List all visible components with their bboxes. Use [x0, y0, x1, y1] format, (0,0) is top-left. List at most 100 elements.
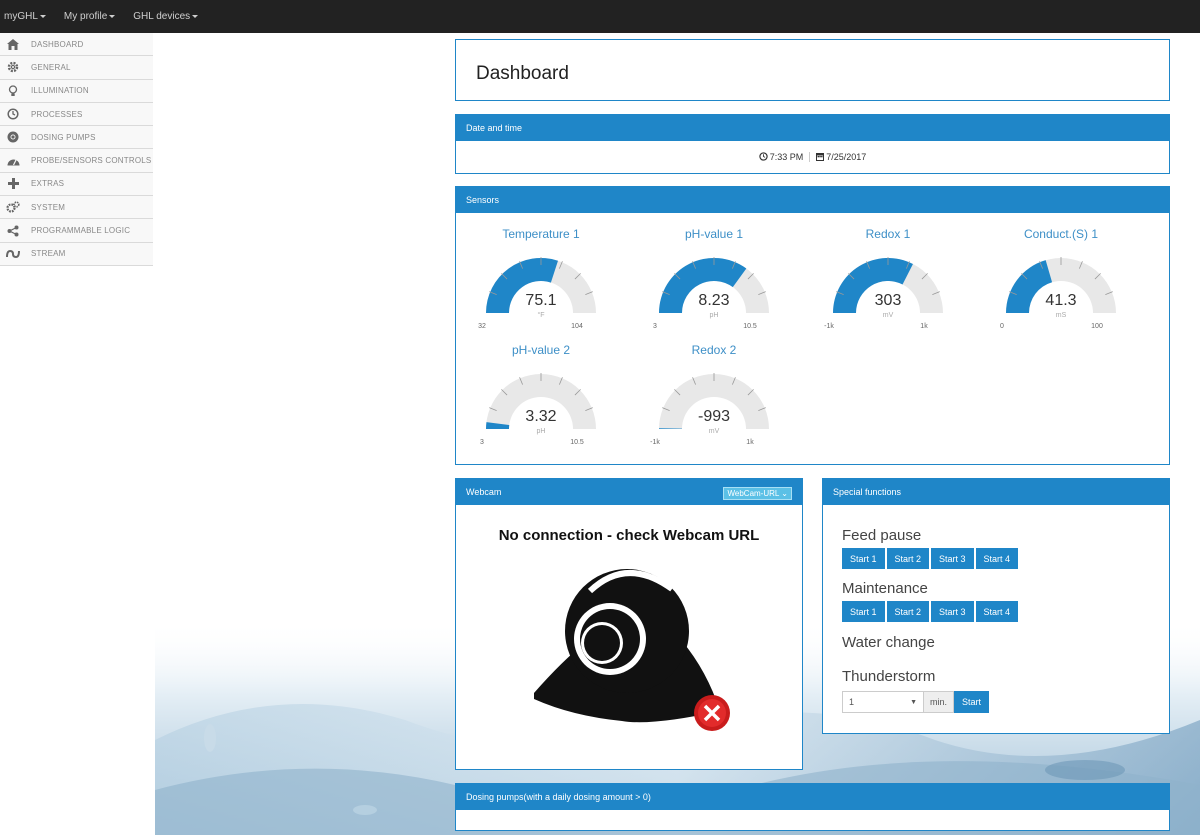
feed-pause-label: Feed pause	[842, 527, 922, 544]
feed-pause-start-3-button[interactable]: Start 3	[931, 548, 974, 569]
top-navbar: myGHL My profile GHL devices	[0, 0, 1200, 33]
gauge-min: -1k	[650, 439, 660, 446]
thunderstorm-controls: 1 ▼ min. Start	[842, 691, 1169, 713]
gears-icon	[6, 200, 20, 214]
nav-myghl-label: myGHL	[4, 11, 38, 22]
thunderstorm-start-button[interactable]: Start	[954, 691, 990, 713]
calendar-icon	[816, 152, 825, 163]
sidebar-item-dashboard[interactable]: DASHBOARD	[0, 33, 153, 57]
thunderstorm-duration-unit: min.	[924, 691, 955, 713]
plus-icon	[6, 177, 20, 191]
gauge-dial: -993 mV -1k 1k	[650, 373, 769, 446]
maintenance-start-2-button[interactable]: Start 2	[886, 601, 930, 622]
sidebar-item-dosing-pumps[interactable]: DOSING PUMPS	[0, 126, 153, 150]
gear-icon	[6, 60, 20, 74]
sidebar-item-label: STREAM	[31, 249, 66, 259]
clock-icon	[759, 151, 768, 163]
sidebar-item-illumination[interactable]: ILLUMINATION	[0, 79, 153, 103]
gauge-value: 41.3	[1045, 292, 1076, 309]
nav-ghl-devices[interactable]: GHL devices	[133, 11, 199, 22]
sidebar-item-label: DASHBOARD	[31, 39, 84, 49]
lightbulb-icon	[6, 84, 20, 98]
nav-my-profile-label: My profile	[63, 11, 108, 22]
chevron-down-icon: ⌄	[781, 489, 788, 498]
share-icon	[6, 224, 20, 238]
gauge-title: Redox 2	[691, 343, 737, 357]
gauge-min: 3	[480, 439, 484, 446]
gauge-unit: mV	[883, 312, 894, 319]
gauge-unit: mV	[709, 428, 720, 435]
dashboard-title-panel: Dashboard	[455, 39, 1170, 101]
sidebar-item-programmable-logic[interactable]: PROGRAMMABLE LOGIC	[0, 219, 153, 243]
nav-my-profile[interactable]: My profile	[63, 11, 116, 22]
gauge-title: pH-value 2	[511, 343, 571, 357]
gauge-title: Redox 1	[865, 227, 911, 241]
chrome-icon	[6, 130, 20, 144]
gauge-value: -993	[698, 408, 730, 425]
special-functions-panel: Special functions Feed pause Start 1 Sta…	[822, 478, 1170, 734]
maintenance-start-4-button[interactable]: Start 4	[975, 601, 1019, 622]
nav-myghl[interactable]: myGHL	[4, 11, 46, 22]
home-icon	[6, 37, 20, 51]
sidebar-item-general[interactable]: GENERAL	[0, 56, 153, 80]
gauge-value: 8.23	[698, 292, 729, 309]
gauge-dial: 75.1 °F 32 104	[478, 257, 596, 330]
webcam-panel-header: Webcam WebCam-URL ⌄	[456, 479, 802, 505]
sidebar-item-probe-sensors[interactable]: PROBE/SENSORS CONTROLS	[0, 149, 153, 173]
dosing-pumps-header: Dosing pumps(with a daily dosing amount …	[456, 784, 1169, 810]
gauge-title: pH-value 1	[684, 227, 744, 241]
sidebar-item-label: ILLUMINATION	[31, 86, 89, 96]
thunderstorm-duration-value: 1	[849, 697, 855, 707]
gauge-title: Temperature 1	[502, 227, 580, 241]
caret-down-icon	[192, 14, 199, 18]
maintenance-start-1-button[interactable]: Start 1	[842, 601, 885, 622]
sidebar-item-label: DOSING PUMPS	[31, 132, 96, 142]
datetime-panel: Date and time 7:33 PM 7/25/2017	[455, 114, 1170, 174]
gauge-dial: 303 mV -1k 1k	[824, 257, 943, 330]
webcam-offline-icon	[532, 561, 732, 736]
feed-pause-buttons: Start 1 Start 2 Start 3 Start 4	[842, 548, 1169, 569]
gauge-max: 1k	[746, 439, 754, 446]
maintenance-buttons: Start 1 Start 2 Start 3 Start 4	[842, 601, 1169, 622]
sidebar-item-label: EXTRAS	[31, 179, 65, 189]
stream-icon	[6, 247, 20, 261]
feed-pause-start-2-button[interactable]: Start 2	[886, 548, 930, 569]
gauge-max: 10.5	[743, 323, 757, 330]
gauge-max: 100	[1091, 323, 1103, 330]
gauge-dial: 8.23 pH 3 10.5	[653, 257, 769, 330]
gauge-min: -1k	[824, 323, 834, 330]
sidebar-item-extras[interactable]: EXTRAS	[0, 172, 153, 197]
gauge-unit: °F	[537, 311, 544, 319]
maintenance-start-3-button[interactable]: Start 3	[931, 601, 974, 622]
gauge-5: Redox 2 -993 mV -1k 1k	[639, 343, 789, 453]
gauge-unit: pH	[537, 428, 546, 435]
sensors-panel: Sensors Temperature 1 75.1 °F 32 104 pH-value…	[455, 186, 1170, 465]
caret-down-icon	[39, 14, 46, 18]
gauge-0: Temperature 1 75.1 °F 32 104	[466, 227, 616, 337]
gauge-min: 32	[478, 323, 486, 330]
thunderstorm-label: Thunderstorm	[842, 668, 936, 685]
sidebar-item-label: PROBE/SENSORS CONTROLS	[31, 156, 152, 166]
thunderstorm-duration-select[interactable]: 1 ▼	[842, 691, 924, 713]
feed-pause-start-4-button[interactable]: Start 4	[975, 548, 1019, 569]
gauge-1: pH-value 1 8.23 pH 3 10.5	[639, 227, 789, 337]
datetime-panel-header: Date and time	[456, 115, 1169, 141]
datetime-body: 7:33 PM 7/25/2017	[456, 141, 1169, 173]
gauge-max: 10.5	[570, 439, 584, 446]
gauge-unit: mS	[1056, 312, 1067, 319]
gauge-dial: 41.3 mS 0 100	[1000, 257, 1116, 330]
sidebar-item-stream[interactable]: STREAM	[0, 242, 153, 266]
gauge-unit: pH	[710, 312, 719, 319]
webcam-url-select-label: WebCam-URL	[727, 489, 780, 498]
sidebar-item-processes[interactable]: PROCESSES	[0, 102, 153, 127]
gauge-max: 104	[571, 323, 583, 330]
sidebar-item-label: SYSTEM	[31, 202, 66, 212]
gauge-value: 75.1	[525, 292, 556, 309]
feed-pause-start-1-button[interactable]: Start 1	[842, 548, 885, 569]
gauge-min: 3	[653, 323, 657, 330]
gauge-2: Redox 1 303 mV -1k 1k	[813, 227, 963, 337]
gauge-3: Conduct.(S) 1 41.3 mS 0 100	[986, 227, 1136, 337]
datetime-divider	[809, 152, 811, 162]
webcam-url-select[interactable]: WebCam-URL ⌄	[723, 487, 792, 500]
sidebar-item-system[interactable]: SYSTEM	[0, 196, 153, 220]
